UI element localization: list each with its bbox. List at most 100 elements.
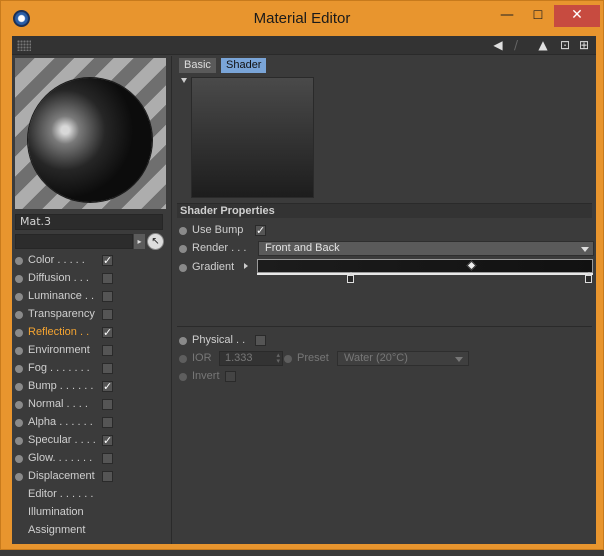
- gradient-stop-left[interactable]: [347, 272, 354, 283]
- extra-page-label[interactable]: Editor . . . . . .: [28, 488, 93, 500]
- title-bar[interactable]: Material Editor — ☐ ✕: [1, 1, 603, 35]
- channel-label[interactable]: Glow. . . . . . .: [28, 452, 92, 464]
- invert-checkbox[interactable]: [225, 371, 236, 382]
- channel-row[interactable]: Reflection . . ✓: [12, 324, 170, 342]
- gradient-bar[interactable]: [257, 259, 593, 273]
- channel-anim-dot[interactable]: [15, 437, 23, 445]
- channel-checkbox[interactable]: ✓: [102, 435, 113, 446]
- channel-label[interactable]: Displacement: [28, 470, 95, 482]
- channel-checkbox[interactable]: [102, 363, 113, 374]
- channel-checkbox[interactable]: [102, 417, 113, 428]
- physical-checkbox[interactable]: [255, 335, 266, 346]
- preset-anim-dot[interactable]: [284, 355, 292, 363]
- channel-label[interactable]: Normal . . . .: [28, 398, 88, 410]
- material-name-field[interactable]: Mat.3: [15, 214, 163, 230]
- channel-row[interactable]: Luminance . .: [12, 288, 170, 306]
- channel-row[interactable]: Alpha . . . . . .: [12, 414, 170, 432]
- channel-row[interactable]: Fog . . . . . . .: [12, 360, 170, 378]
- use-bump-anim-dot[interactable]: [179, 227, 187, 235]
- extra-page-row[interactable]: Illumination: [12, 504, 170, 522]
- use-bump-label: Use Bump: [192, 224, 244, 236]
- cursor-arrow-icon[interactable]: ▲: [536, 38, 550, 52]
- channel-checkbox[interactable]: [102, 453, 113, 464]
- ior-anim-dot[interactable]: [179, 355, 187, 363]
- extra-page-label[interactable]: Assignment: [28, 524, 85, 536]
- new-panel-icon[interactable]: ⊞: [577, 38, 591, 52]
- tab-basic[interactable]: Basic: [179, 58, 216, 73]
- channel-row[interactable]: Environment: [12, 342, 170, 360]
- channel-anim-dot[interactable]: [15, 419, 23, 427]
- channel-label[interactable]: Reflection . .: [28, 326, 89, 338]
- material-editor-window: Material Editor — ☐ ✕ ◀ / ▲ ⊡ ⊞ Mat.3 ▸ …: [0, 0, 604, 550]
- gradient-anim-dot[interactable]: [179, 264, 187, 272]
- channel-anim-dot[interactable]: [15, 275, 23, 283]
- channel-label[interactable]: Color . . . . .: [28, 254, 85, 266]
- channel-checkbox[interactable]: ✓: [102, 327, 113, 338]
- extra-page-row[interactable]: Assignment: [12, 522, 170, 540]
- combo-arrow-icon[interactable]: ▸: [134, 234, 145, 249]
- physical-row: Physical . .: [177, 332, 592, 350]
- channel-anim-dot[interactable]: [15, 329, 23, 337]
- close-button[interactable]: ✕: [554, 5, 600, 27]
- channel-label[interactable]: Bump . . . . . .: [28, 380, 93, 392]
- channel-row[interactable]: Diffusion . . .: [12, 270, 170, 288]
- channel-row[interactable]: Displacement: [12, 468, 170, 486]
- maximize-button[interactable]: ☐: [523, 5, 553, 27]
- channel-anim-dot[interactable]: [15, 455, 23, 463]
- shader-preview-swatch[interactable]: [191, 77, 314, 198]
- channel-label[interactable]: Luminance . .: [28, 290, 94, 302]
- channel-row[interactable]: Glow. . . . . . .: [12, 450, 170, 468]
- gradient-expand-icon[interactable]: [244, 263, 248, 269]
- channel-label[interactable]: Specular . . . .: [28, 434, 96, 446]
- channel-anim-dot[interactable]: [15, 365, 23, 373]
- material-picker-icon[interactable]: ↖: [147, 233, 164, 250]
- channel-label[interactable]: Transparency: [28, 308, 95, 320]
- ior-field[interactable]: 1.333 ▴ ▾: [219, 351, 283, 366]
- channel-label[interactable]: Diffusion . . .: [28, 272, 89, 284]
- channel-label[interactable]: Alpha . . . . . .: [28, 416, 93, 428]
- channel-anim-dot[interactable]: [15, 383, 23, 391]
- minimize-button[interactable]: —: [492, 5, 522, 27]
- forward-arrow-icon[interactable]: /: [509, 38, 523, 52]
- channel-anim-dot[interactable]: [15, 347, 23, 355]
- swatch-menu-arrow-icon[interactable]: [181, 78, 187, 83]
- render-anim-dot[interactable]: [179, 245, 187, 253]
- channel-checkbox[interactable]: [102, 291, 113, 302]
- extra-page-label[interactable]: Illumination: [28, 506, 84, 518]
- channel-row[interactable]: Normal . . . .: [12, 396, 170, 414]
- extra-page-row[interactable]: Editor . . . . . .: [12, 486, 170, 504]
- channel-anim-dot[interactable]: [15, 257, 23, 265]
- channel-checkbox[interactable]: [102, 399, 113, 410]
- channel-checkbox[interactable]: ✓: [102, 381, 113, 392]
- channel-checkbox[interactable]: [102, 345, 113, 356]
- physical-anim-dot[interactable]: [179, 337, 187, 345]
- channel-anim-dot[interactable]: [15, 311, 23, 319]
- back-arrow-icon[interactable]: ◀: [491, 38, 505, 52]
- material-preview[interactable]: [15, 58, 166, 209]
- lock-icon[interactable]: ⊡: [558, 38, 572, 52]
- use-bump-checkbox[interactable]: ✓: [255, 225, 266, 236]
- render-dropdown[interactable]: Front and Back: [258, 241, 594, 256]
- preset-dropdown[interactable]: Water (20°C): [337, 351, 469, 366]
- channel-label[interactable]: Fog . . . . . . .: [28, 362, 90, 374]
- material-layer-combo[interactable]: [15, 234, 133, 249]
- channel-row[interactable]: Specular . . . . ✓: [12, 432, 170, 450]
- channel-checkbox[interactable]: ✓: [102, 255, 113, 266]
- gradient-interpolation-knot[interactable]: [466, 260, 477, 271]
- ior-spinner-icon[interactable]: ▴ ▾: [276, 352, 280, 365]
- channel-anim-dot[interactable]: [15, 473, 23, 481]
- invert-anim-dot[interactable]: [179, 373, 187, 381]
- channel-checkbox[interactable]: [102, 471, 113, 482]
- channel-row[interactable]: Transparency: [12, 306, 170, 324]
- panel-grip-icon[interactable]: [17, 40, 31, 51]
- channel-row[interactable]: Color . . . . . ✓: [12, 252, 170, 270]
- gradient-stop-right[interactable]: [585, 272, 592, 283]
- channel-anim-dot[interactable]: [15, 401, 23, 409]
- tab-shader[interactable]: Shader: [221, 58, 267, 73]
- channel-checkbox[interactable]: [102, 309, 113, 320]
- channel-anim-dot[interactable]: [15, 293, 23, 301]
- channel-checkbox[interactable]: [102, 273, 113, 284]
- render-value: Front and Back: [265, 242, 340, 254]
- channel-row[interactable]: Bump . . . . . . ✓: [12, 378, 170, 396]
- channel-label[interactable]: Environment: [28, 344, 90, 356]
